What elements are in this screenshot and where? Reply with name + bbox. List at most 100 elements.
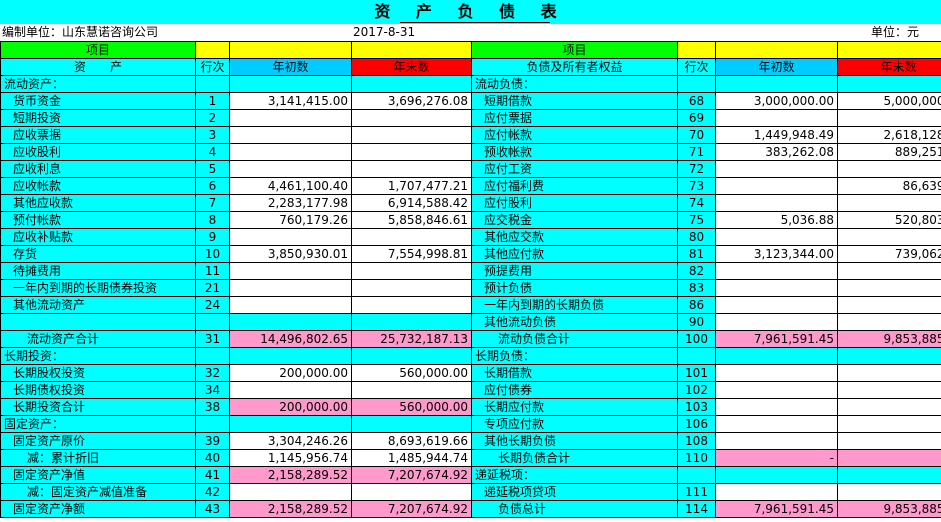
begin-amount-cell[interactable]	[715, 109, 838, 127]
line-no-cell[interactable]	[195, 75, 230, 93]
line-no-cell[interactable]: 4	[195, 143, 230, 161]
end-amount-cell[interactable]	[837, 160, 941, 178]
end-amount-cell[interactable]	[351, 483, 472, 501]
asset-item-cell[interactable]: 长期投资合计	[0, 398, 196, 416]
asset-item-cell[interactable]: 货币资金	[0, 92, 196, 110]
begin-amount-cell[interactable]	[229, 313, 352, 331]
line-no-cell[interactable]: 101	[677, 364, 716, 382]
liability-item-cell[interactable]: 应付福利费	[471, 177, 678, 195]
end-amount-cell[interactable]	[837, 347, 941, 365]
begin-amount-cell[interactable]: 3,123,344.00	[715, 245, 838, 263]
line-no-cell[interactable]	[677, 75, 716, 93]
line-no-cell[interactable]: 3	[195, 126, 230, 144]
asset-item-cell[interactable]: 固定资产：	[0, 415, 196, 433]
asset-item-cell[interactable]: 待摊费用	[0, 262, 196, 280]
begin-amount-cell[interactable]	[229, 143, 352, 161]
line-no-cell[interactable]: 111	[677, 483, 716, 501]
begin-amount-cell[interactable]	[715, 432, 838, 450]
liability-item-cell[interactable]: 长期负债合计	[471, 449, 678, 467]
end-amount-cell[interactable]: 560,000.00	[351, 398, 472, 416]
end-amount-cell[interactable]: 739,062.4	[837, 245, 941, 263]
begin-amount-cell[interactable]	[715, 262, 838, 280]
col-header-line-no[interactable]: 行次	[195, 58, 230, 76]
line-no-cell[interactable]: 43	[195, 500, 230, 518]
begin-amount-cell[interactable]	[229, 109, 352, 127]
begin-amount-cell[interactable]: 3,850,930.01	[229, 245, 352, 263]
header-blank-cell[interactable]	[351, 41, 472, 59]
end-amount-cell[interactable]	[837, 194, 941, 212]
line-no-cell[interactable]	[195, 347, 230, 365]
end-amount-cell[interactable]	[837, 262, 941, 280]
asset-item-cell[interactable]: 应收股利	[0, 143, 196, 161]
liability-item-cell[interactable]: 流动负债：	[471, 75, 678, 93]
begin-amount-cell[interactable]: 200,000.00	[229, 398, 352, 416]
end-amount-cell[interactable]	[837, 279, 941, 297]
line-no-cell[interactable]: 103	[677, 398, 716, 416]
asset-item-cell[interactable]: 长期股权投资	[0, 364, 196, 382]
liability-item-cell[interactable]: 负债总计	[471, 500, 678, 518]
end-amount-cell[interactable]	[837, 415, 941, 433]
end-amount-cell[interactable]: 8,693,619.66	[351, 432, 472, 450]
end-amount-cell[interactable]: 3,696,276.08	[351, 92, 472, 110]
begin-amount-cell[interactable]	[229, 415, 352, 433]
line-no-cell[interactable]: 102	[677, 381, 716, 399]
begin-amount-cell[interactable]: 2,158,289.52	[229, 466, 352, 484]
end-amount-cell[interactable]	[837, 466, 941, 484]
col-header-end[interactable]: 年末数	[837, 58, 941, 76]
begin-amount-cell[interactable]	[715, 415, 838, 433]
begin-amount-cell[interactable]: 3,141,415.00	[229, 92, 352, 110]
end-amount-cell[interactable]	[351, 109, 472, 127]
asset-item-cell[interactable]: 固定资产原价	[0, 432, 196, 450]
begin-amount-cell[interactable]	[229, 228, 352, 246]
begin-amount-cell[interactable]	[715, 296, 838, 314]
begin-amount-cell[interactable]: 14,496,802.65	[229, 330, 352, 348]
begin-amount-cell[interactable]	[715, 398, 838, 416]
liability-item-cell[interactable]: 流动负债合计	[471, 330, 678, 348]
liability-item-cell[interactable]: 长期应付款	[471, 398, 678, 416]
liability-item-cell[interactable]: 专项应付款	[471, 415, 678, 433]
begin-amount-cell[interactable]: 5,036.88	[715, 211, 838, 229]
end-amount-cell[interactable]: 9,853,885.4	[837, 500, 941, 518]
begin-amount-cell[interactable]	[229, 126, 352, 144]
liability-item-cell[interactable]: 一年内到期的长期负债	[471, 296, 678, 314]
line-no-cell[interactable]: 42	[195, 483, 230, 501]
line-no-cell[interactable]: 40	[195, 449, 230, 467]
end-amount-cell[interactable]: 6,914,588.42	[351, 194, 472, 212]
end-amount-cell[interactable]	[837, 109, 941, 127]
line-no-cell[interactable]: 21	[195, 279, 230, 297]
asset-item-cell[interactable]: 长期投资：	[0, 347, 196, 365]
begin-amount-cell[interactable]: 1,449,948.49	[715, 126, 838, 144]
asset-item-cell[interactable]: 应收补贴款	[0, 228, 196, 246]
asset-item-cell[interactable]: 固定资产净额	[0, 500, 196, 518]
col-header-line-no[interactable]: 行次	[677, 58, 716, 76]
end-amount-cell[interactable]	[351, 126, 472, 144]
line-no-cell[interactable]: 100	[677, 330, 716, 348]
liability-item-cell[interactable]: 其他流动负债	[471, 313, 678, 331]
header-blank-cell[interactable]	[195, 41, 230, 59]
line-no-cell[interactable]: 86	[677, 296, 716, 314]
asset-item-cell[interactable]	[0, 313, 196, 331]
col-header-begin[interactable]: 年初数	[229, 58, 352, 76]
line-no-cell[interactable]	[677, 347, 716, 365]
end-amount-cell[interactable]: 1,485,944.74	[351, 449, 472, 467]
line-no-cell[interactable]: 80	[677, 228, 716, 246]
asset-item-cell[interactable]: 短期投资	[0, 109, 196, 127]
header-blank-cell[interactable]	[677, 41, 716, 59]
end-amount-cell[interactable]: 2,618,128.3	[837, 126, 941, 144]
end-amount-cell[interactable]	[837, 381, 941, 399]
begin-amount-cell[interactable]: 3,304,246.26	[229, 432, 352, 450]
line-no-cell[interactable]: 8	[195, 211, 230, 229]
end-amount-cell[interactable]	[837, 449, 941, 467]
liability-item-cell[interactable]: 递延税项：	[471, 466, 678, 484]
end-amount-cell[interactable]	[351, 313, 472, 331]
begin-amount-cell[interactable]	[229, 381, 352, 399]
begin-amount-cell[interactable]	[229, 279, 352, 297]
line-no-cell[interactable]: 24	[195, 296, 230, 314]
asset-item-cell[interactable]: 流动资产：	[0, 75, 196, 93]
end-amount-cell[interactable]: 86,639.6	[837, 177, 941, 195]
end-amount-cell[interactable]	[837, 364, 941, 382]
asset-item-cell[interactable]: 应收帐款	[0, 177, 196, 195]
line-no-cell[interactable]: 114	[677, 500, 716, 518]
begin-amount-cell[interactable]	[229, 75, 352, 93]
line-no-cell[interactable]: 5	[195, 160, 230, 178]
